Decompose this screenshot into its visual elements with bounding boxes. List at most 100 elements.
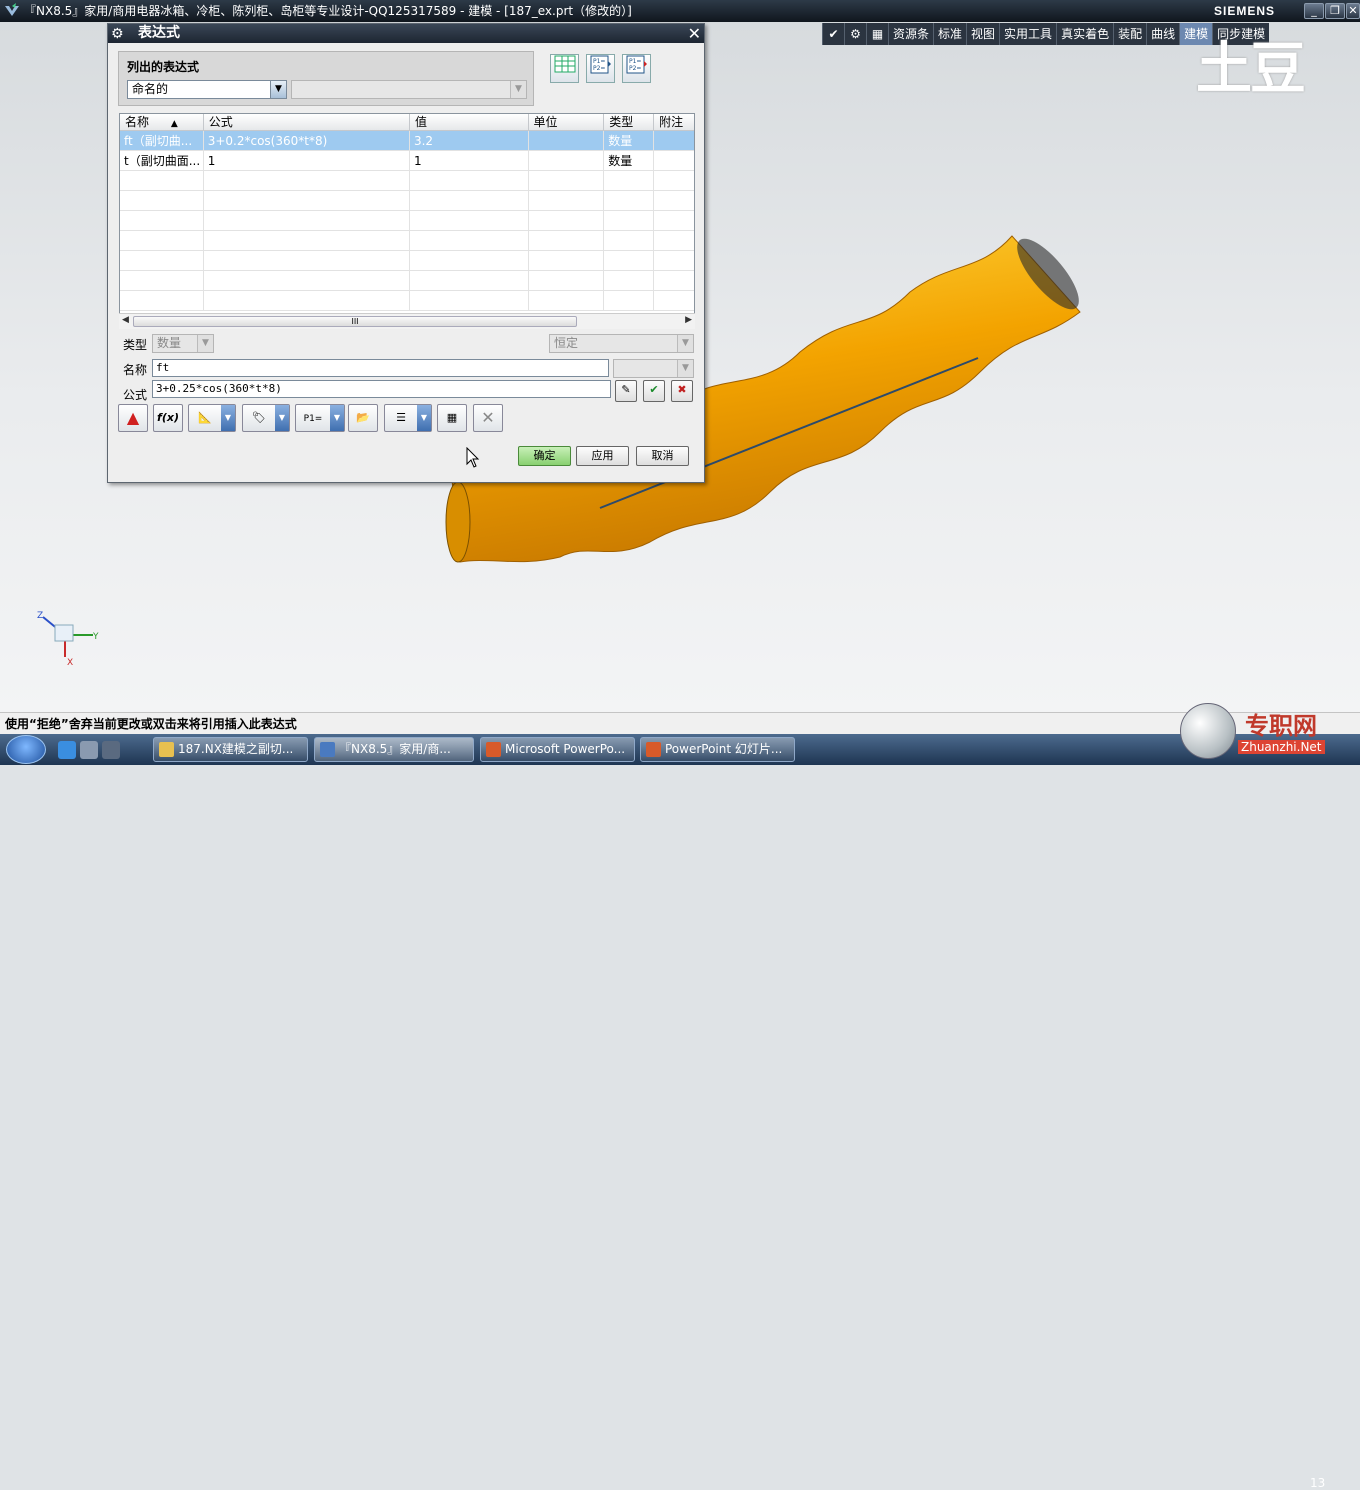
list-references-button[interactable]: ☰ ▼ <box>384 404 432 432</box>
window-title-bar: 『NX8.5』家用/商用电器冰箱、冷柜、陈列柜、岛柜等专业设计-QQ125317… <box>0 0 1360 22</box>
tab-resource-bar[interactable]: 资源条 <box>888 23 933 45</box>
axis-x-label: X <box>67 658 73 665</box>
type-label: 类型 <box>123 338 148 352</box>
cell-note <box>654 151 694 170</box>
cell-name: ft（副切曲... <box>120 131 204 150</box>
move-up-button[interactable]: ▲ <box>118 404 148 432</box>
cell-formula: 3+0.2*cos(360*t*8) <box>204 131 410 150</box>
dialog-header: ⚙ 表达式 ✕ <box>108 24 704 43</box>
scroll-left-icon[interactable]: ◀ <box>122 315 129 325</box>
tab-standard[interactable]: 标准 <box>933 23 966 45</box>
column-header-type[interactable]: 类型 <box>604 114 655 130</box>
chevron-down-icon: ▼ <box>270 81 286 98</box>
unit-select[interactable]: ▼ <box>613 359 694 378</box>
checkmark-icon: ✔ <box>649 383 659 396</box>
scroll-thumb[interactable]: III <box>133 316 577 327</box>
ok-button[interactable]: 确定 <box>518 446 571 466</box>
taskbar-item-nx[interactable]: 『NX8.5』家用/商... <box>314 737 474 762</box>
export-expressions-button[interactable]: P1= P2= <box>622 54 651 83</box>
column-header-note[interactable]: 附注 <box>654 114 694 130</box>
formula-label: 公式 <box>123 388 148 402</box>
list-filter-select[interactable]: 命名的 ▼ <box>127 80 287 99</box>
chevron-down-icon[interactable]: ▼ <box>417 405 431 431</box>
start-button[interactable] <box>6 735 46 764</box>
sort-ascending-icon: ▲ <box>170 119 178 129</box>
chevron-down-icon[interactable]: ▼ <box>330 405 344 431</box>
empty-row <box>120 171 694 191</box>
table-row[interactable]: t（副切曲面... 1 1 数量 <box>120 151 694 171</box>
taskbar-item-powerpoint[interactable]: Microsoft PowerPo... <box>480 737 635 762</box>
computer-icon[interactable] <box>80 741 98 759</box>
tudou-watermark: 土豆 <box>1196 37 1306 102</box>
column-header-formula[interactable]: 公式 <box>204 114 410 130</box>
taskbar-item-folder[interactable]: 187.NX建模之副切... <box>153 737 308 762</box>
tab-assembly[interactable]: 装配 <box>1113 23 1146 45</box>
windows-taskbar: 187.NX建模之副切... 『NX8.5』家用/商... Microsoft … <box>0 734 1360 1490</box>
name-input[interactable]: ft <box>152 359 609 377</box>
dialog-title: 表达式 <box>138 25 180 41</box>
table-row[interactable]: ft（副切曲... 3+0.2*cos(360*t*8) 3.2 数量 <box>120 131 694 151</box>
formula-input[interactable]: 3+0.25*cos(360*t*8) <box>152 380 611 398</box>
import-expressions-button[interactable]: P1= P2= <box>586 54 615 83</box>
siemens-brand: SIEMENS <box>1214 4 1276 18</box>
refresh-table-button[interactable]: ▦ <box>437 404 467 432</box>
type-value: 数量 <box>157 336 182 350</box>
tab-utilities[interactable]: 实用工具 <box>999 23 1056 45</box>
tab-view[interactable]: 视图 <box>966 23 999 45</box>
reference-button[interactable]: 🏷 ▼ <box>242 404 290 432</box>
grid-icon[interactable]: ▦ <box>866 23 888 45</box>
minimize-button[interactable]: _ <box>1304 3 1324 19</box>
open-file-button[interactable]: 📂 <box>348 404 378 432</box>
constant-value: 恒定 <box>554 336 579 350</box>
constant-select[interactable]: 恒定 ▼ <box>549 334 694 353</box>
svg-text:P1=: P1= <box>593 58 605 65</box>
apply-button[interactable]: 应用 <box>576 446 629 466</box>
create-interpart-button[interactable]: P1= ▼ <box>295 404 345 432</box>
function-button[interactable]: f(x) <box>153 404 183 432</box>
column-header-name[interactable]: 名称 ▲ <box>120 114 204 130</box>
table-horizontal-scrollbar[interactable]: ◀ III ▶ <box>119 313 695 329</box>
svg-text:P2=: P2= <box>593 65 605 72</box>
scroll-right-icon[interactable]: ▶ <box>685 315 692 325</box>
chevron-down-icon[interactable]: ▼ <box>275 405 289 431</box>
chevron-down-icon: ▼ <box>510 81 526 98</box>
cell-note <box>654 131 694 150</box>
folder-icon <box>159 742 174 757</box>
close-window-button[interactable]: ✕ <box>1346 3 1360 19</box>
tab-true-shading[interactable]: 真实着色 <box>1056 23 1113 45</box>
settings-gear-icon[interactable]: ⚙ <box>844 23 866 45</box>
tab-curve[interactable]: 曲线 <box>1146 23 1179 45</box>
folder-icon: 📂 <box>356 411 370 424</box>
cell-unit <box>529 151 605 170</box>
name-label: 名称 <box>123 363 148 377</box>
edit-icon: ✎ <box>621 383 631 396</box>
chevron-down-icon[interactable]: ▼ <box>221 405 235 431</box>
axis-y-label: Y <box>92 632 99 642</box>
column-header-unit[interactable]: 单位 <box>529 114 605 130</box>
reject-edit-button[interactable]: ✖ <box>671 380 693 402</box>
site-watermark-url: Zhuanzhi.Net <box>1238 740 1325 754</box>
column-header-value[interactable]: 值 <box>410 114 529 130</box>
ie-icon[interactable] <box>58 741 76 759</box>
accept-edit-button[interactable]: ✔ <box>643 380 665 402</box>
delete-button[interactable]: ✕ <box>473 404 503 432</box>
dialog-gear-icon[interactable]: ⚙ <box>111 25 124 44</box>
spreadsheet-edit-button[interactable] <box>550 54 579 83</box>
cancel-button[interactable]: 取消 <box>636 446 689 466</box>
measure-distance-button[interactable]: 📐 ▼ <box>188 404 236 432</box>
spreadsheet-icon <box>554 55 575 73</box>
empty-row <box>120 231 694 251</box>
restore-button[interactable]: ❐ <box>1325 3 1345 19</box>
dialog-close-button[interactable]: ✕ <box>688 24 701 43</box>
slideshow-icon <box>646 742 661 757</box>
taskbar-item-slideshow[interactable]: PowerPoint 幻灯片... <box>640 737 795 762</box>
edit-formula-button[interactable]: ✎ <box>615 380 637 402</box>
type-select[interactable]: 数量 ▼ <box>152 334 214 353</box>
axis-z-label: Z <box>37 611 43 621</box>
x-icon: ✖ <box>677 383 687 396</box>
desktop-icon[interactable] <box>102 741 120 759</box>
list-filter-value: 命名的 <box>132 82 169 96</box>
wcs-triad: Z Y X <box>37 611 99 665</box>
nx-menu-icon[interactable]: ✔ <box>822 23 844 45</box>
list-filter-secondary-select[interactable]: ▼ <box>291 80 527 99</box>
